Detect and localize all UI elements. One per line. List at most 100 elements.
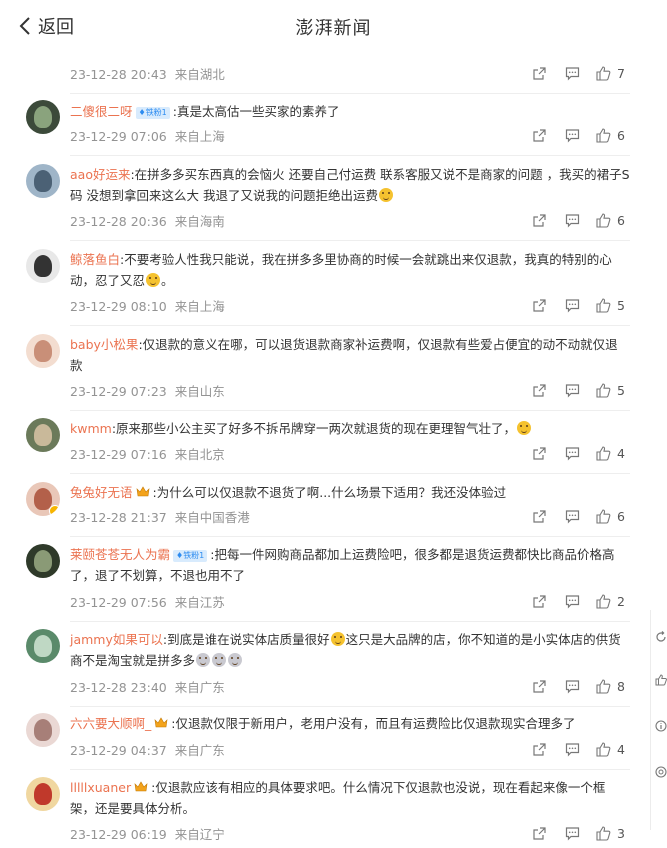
comment-actions: 6 (532, 506, 632, 526)
comment-meta: 23-12-29 04:37 来自广东 (70, 740, 225, 759)
comment-icon (565, 509, 580, 523)
like-icon[interactable] (655, 674, 667, 686)
comment-icon (565, 298, 580, 312)
comment-location: 来自上海 (174, 299, 225, 314)
like-count: 6 (617, 127, 625, 143)
like-count: 2 (617, 593, 625, 609)
avatar[interactable] (26, 713, 60, 747)
emoji-icon (196, 653, 211, 667)
share-button[interactable] (532, 676, 547, 696)
like-button[interactable]: 3 (596, 823, 625, 843)
comment-meta: 23-12-29 07:56 来自江苏 (70, 592, 225, 611)
username-link[interactable]: baby小松果 (70, 337, 138, 352)
avatar[interactable] (26, 418, 60, 452)
avatar[interactable] (26, 334, 60, 368)
info-icon[interactable] (655, 720, 667, 732)
like-button[interactable]: 5 (596, 295, 625, 315)
reply-button[interactable] (565, 63, 580, 83)
username-link[interactable]: 二傻很二呀 (70, 104, 133, 119)
emoji-icon (517, 421, 532, 435)
comment-body: :仅退款仅限于新用户，老用户没有，而且有运费险比仅退款现实合理多了 (171, 716, 576, 731)
avatar[interactable] (26, 544, 60, 578)
reply-button[interactable] (565, 443, 580, 463)
like-count: 4 (617, 741, 625, 757)
comment-meta: 23-12-29 06:19 来自辽宁 (70, 824, 225, 843)
emoji-icon (212, 653, 227, 667)
comment-meta: 23-12-29 07:16 来自北京 (70, 444, 225, 463)
comment-location: 来自中国香港 (174, 510, 250, 525)
share-icon (533, 298, 546, 312)
share-button[interactable] (532, 591, 547, 611)
share-icon (533, 826, 546, 840)
comment-location: 来自北京 (174, 447, 225, 462)
thumbs-up-icon (596, 593, 611, 609)
avatar[interactable] (26, 482, 60, 516)
username-link[interactable]: aao好运来 (70, 167, 130, 182)
reply-button[interactable] (565, 676, 580, 696)
thumbs-up-icon (596, 445, 611, 461)
thumbs-up-icon (596, 212, 611, 228)
comment-time: 23-12-29 06:19 (70, 827, 167, 842)
comment-actions: 3 (532, 823, 632, 843)
share-button[interactable] (532, 295, 547, 315)
crown-icon (134, 781, 148, 792)
like-count: 6 (617, 508, 625, 524)
reply-button[interactable] (565, 823, 580, 843)
top-bar: 返回 澎湃新闻 (0, 0, 667, 52)
comment-text: baby小松果:仅退款的意义在哪，可以退货退款商家补运费啊，仅退款有些爱占便宜的… (70, 334, 630, 376)
like-button[interactable]: 6 (596, 125, 625, 145)
share-button[interactable] (532, 125, 547, 145)
like-button[interactable]: 5 (596, 380, 625, 400)
reply-button[interactable] (565, 506, 580, 526)
avatar[interactable] (26, 777, 60, 811)
username-link[interactable]: 莱颐苍苍无人为霸 (70, 547, 170, 562)
emoji-icon (228, 653, 243, 667)
thumbs-up-icon (596, 678, 611, 694)
username-link[interactable]: 六六要大顺啊_ (70, 716, 151, 731)
reply-button[interactable] (565, 125, 580, 145)
username-link[interactable]: jammy如果可以 (70, 632, 163, 647)
share-button[interactable] (532, 63, 547, 83)
avatar[interactable] (26, 629, 60, 663)
username-link[interactable]: 鲸落鱼白 (70, 252, 120, 267)
reply-button[interactable] (565, 591, 580, 611)
comment-actions: 7 (532, 63, 632, 83)
reply-button[interactable] (565, 380, 580, 400)
reply-button[interactable] (565, 210, 580, 230)
thumbs-up-icon (596, 741, 611, 757)
share-button[interactable] (532, 739, 547, 759)
like-button[interactable]: 4 (596, 739, 625, 759)
share-button[interactable] (532, 823, 547, 843)
refresh-icon[interactable] (655, 631, 667, 643)
comment-location: 来自辽宁 (174, 827, 225, 842)
avatar[interactable] (26, 164, 60, 198)
share-button[interactable] (532, 443, 547, 463)
avatar[interactable] (26, 100, 60, 134)
comment-actions: 6 (532, 210, 632, 230)
like-button[interactable]: 7 (596, 63, 625, 83)
comment-time: 23-12-29 07:06 (70, 129, 167, 144)
username-link[interactable]: 兔兔好无语 (70, 485, 133, 500)
help-icon[interactable] (655, 766, 667, 778)
share-button[interactable] (532, 506, 547, 526)
reply-button[interactable] (565, 295, 580, 315)
avatar[interactable] (26, 249, 60, 283)
like-button[interactable]: 6 (596, 210, 625, 230)
like-button[interactable]: 4 (596, 443, 625, 463)
share-button[interactable] (532, 210, 547, 230)
username-link[interactable]: lllllxuaner (70, 780, 131, 795)
comment-list: 然后卖家就要付五度钱，还我劳50大，等先票就回要一号书为卖家等被系统一大家的端顿… (0, 36, 650, 848)
thumbs-up-icon (596, 508, 611, 524)
like-button[interactable]: 2 (596, 591, 625, 611)
like-button[interactable]: 8 (596, 676, 625, 696)
comment-location: 来自上海 (174, 129, 225, 144)
emoji-icon (330, 632, 345, 646)
reply-button[interactable] (565, 739, 580, 759)
comment-location: 来自山东 (174, 384, 225, 399)
like-button[interactable]: 6 (596, 506, 625, 526)
username-link[interactable]: kwmm (70, 421, 112, 436)
fan-badge: ♦铁粉1 (173, 550, 208, 562)
share-button[interactable] (532, 380, 547, 400)
emoji-icon (146, 273, 161, 287)
comment-text: 莱颐苍苍无人为霸 ♦铁粉1:把每一件网购商品都加上运费险吧，很多都是退货运费都快比… (70, 544, 630, 586)
